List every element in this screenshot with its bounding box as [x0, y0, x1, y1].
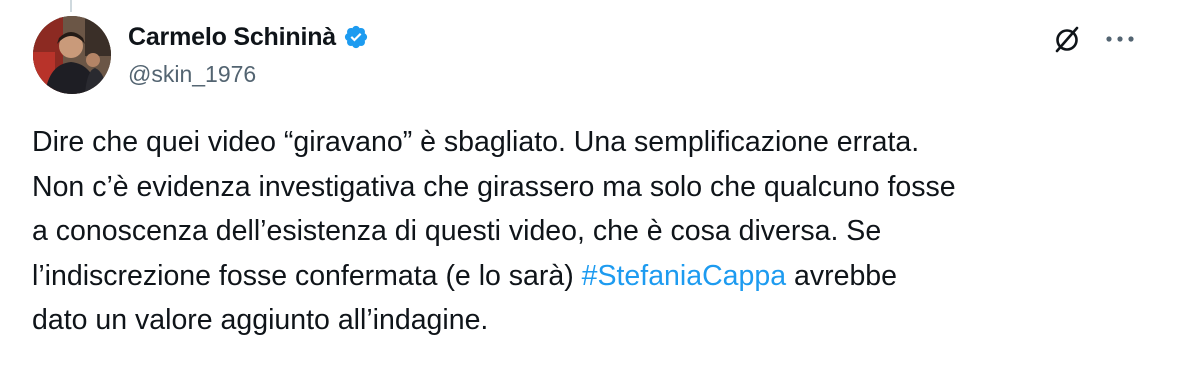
tweet-line-text: avrebbe	[786, 259, 897, 292]
tweet-line: dato un valore aggiunto all’indagine.	[32, 304, 489, 336]
profile-photo-icon	[33, 16, 111, 94]
hashtag-link[interactable]: #StefaniaCappa	[582, 260, 786, 292]
avatar[interactable]	[33, 16, 111, 94]
tweet-line: Non c’è evidenza investigativa che giras…	[32, 170, 956, 203]
verified-badge-icon	[344, 25, 368, 49]
tweet-line: Dire che quei video “giravano” è sbaglia…	[32, 126, 920, 158]
tweet-line-text: l’indiscrezione fosse confermata (e lo s…	[32, 259, 582, 292]
tweet-card: Carmelo Schininà @skin_1976 Dire che que…	[0, 0, 1200, 383]
author-handle[interactable]: @skin_1976	[128, 61, 256, 88]
tweet-line: l’indiscrezione fosse confermata (e lo s…	[32, 254, 1172, 299]
tweet-text: Dire che quei video “giravano” è sbaglia…	[32, 120, 1172, 343]
slashed-circle-icon[interactable]	[1052, 24, 1082, 54]
thread-connector-line	[70, 0, 72, 12]
ellipsis-icon[interactable]	[1104, 34, 1136, 44]
author-display-name[interactable]: Carmelo Schininà	[128, 23, 336, 52]
author-name-row[interactable]: Carmelo Schininà	[128, 20, 369, 54]
tweet-line: a conoscenza dell’esistenza di questi vi…	[32, 215, 882, 247]
